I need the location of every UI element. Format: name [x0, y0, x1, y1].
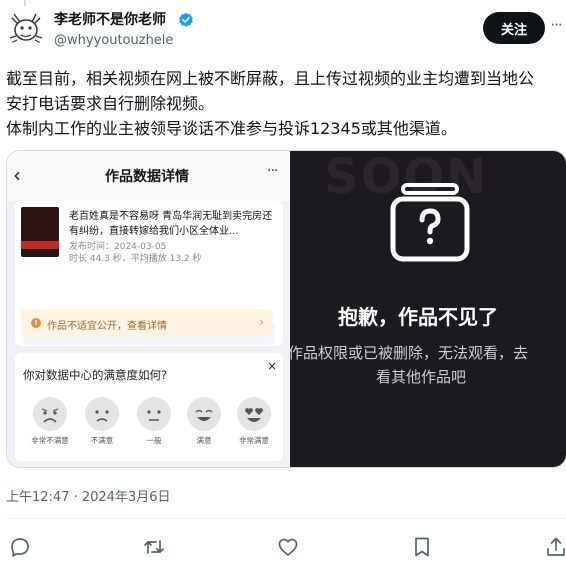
- removed-subtext-line: 作品权限或已被删除，无法观看，去: [290, 344, 529, 362]
- warning-icon: !: [31, 318, 41, 328]
- sketch-avatar-icon: [7, 9, 45, 47]
- divider: [6, 518, 566, 519]
- back-arrow-icon: ‹: [13, 163, 21, 187]
- avatar[interactable]: [6, 8, 46, 48]
- dissatisfied-face-icon: [85, 397, 119, 431]
- retweet-icon[interactable]: [142, 535, 166, 559]
- post-line: 体制内工作的业主被领导谈话不准参与投诉12345或其他渠道。: [6, 119, 457, 138]
- video-stats: 时长 44.3 秒，平均播放 13.2 秒: [69, 254, 202, 264]
- face-label: 一般: [146, 436, 162, 445]
- face-label: 非常满意: [239, 436, 269, 445]
- post-media[interactable]: ‹ 作品数据详情 ··· 老百姓真是不容易呀 青岛华润无耻到卖完房还有纠纷，直接…: [6, 150, 566, 468]
- survey-card: 你对数据中心的满意度如何? × 非常不满意 不满意 一般 满意 非常满意: [15, 353, 283, 461]
- removed-subtext: 作品权限或已被删除，无法观看，去 看其他作品吧: [290, 341, 566, 389]
- removed-message: 抱歉，作品不见了: [338, 305, 498, 329]
- video-thumbnail: [21, 207, 59, 257]
- face-label: 不满意: [90, 436, 114, 445]
- post-line: 安打电话要求自行删除视频。: [6, 94, 215, 113]
- post-timestamp[interactable]: 上午12:47 · 2024年3月6日: [6, 486, 171, 505]
- media-image-left[interactable]: ‹ 作品数据详情 ··· 老百姓真是不容易呀 青岛华润无耻到卖完房还有纠纷，直接…: [7, 151, 290, 467]
- user-handle[interactable]: @whyyoutouzhele: [54, 33, 173, 49]
- media-image-right[interactable]: SOON 抱歉，作品不见了 作品权限或已被删除，无法观看，去 看其他作品吧: [290, 151, 566, 467]
- post-header: 李老师不是你老师 @whyyoutouzhele 关注 ···: [0, 0, 566, 56]
- more-options-icon[interactable]: ···: [548, 18, 564, 38]
- removed-subtext-line: 看其他作品吧: [376, 368, 467, 386]
- missing-content-icon: [390, 183, 470, 262]
- post-text: 截至目前，相关视频在网上被不断屏蔽，且上传过视频的业主均遭到当地公 安打电话要求…: [6, 66, 564, 141]
- survey-question: 你对数据中心的满意度如何?: [23, 368, 168, 382]
- warning-text: 作品不适宜公开，查看详情: [47, 321, 167, 332]
- bookmark-icon[interactable]: [410, 535, 434, 559]
- satisfied-face-icon: [187, 397, 221, 431]
- face-label: 非常不满意: [31, 436, 69, 445]
- very-satisfied-face-icon: [237, 397, 271, 431]
- warning-bar: ! 作品不适宜公开，查看详情 ›: [21, 309, 273, 337]
- more-dots-icon: ···: [267, 163, 278, 179]
- display-name[interactable]: 李老师不是你老师: [54, 11, 166, 29]
- verified-badge-icon: [179, 12, 193, 27]
- face-label: 满意: [196, 436, 212, 445]
- chevron-right-icon: ›: [259, 315, 264, 329]
- follow-button[interactable]: 关注: [483, 12, 545, 44]
- publish-time: 发布时间：2024-03-05: [69, 242, 167, 252]
- close-icon: ×: [267, 359, 278, 373]
- like-icon[interactable]: [276, 535, 300, 559]
- very-dissatisfied-face-icon: [33, 397, 67, 431]
- app-header: ‹ 作品数据详情 ···: [7, 151, 290, 201]
- app-page-title: 作品数据详情: [105, 169, 189, 185]
- video-meta: 发布时间：2024-03-05 时长 44.3 秒，平均播放 13.2 秒: [69, 241, 202, 265]
- reply-icon[interactable]: [8, 535, 32, 559]
- neutral-face-icon: [137, 397, 171, 431]
- share-icon[interactable]: [544, 535, 566, 559]
- post-line: 截至目前，相关视频在网上被不断屏蔽，且上传过视频的业主均遭到当地公: [6, 69, 535, 88]
- video-title: 老百姓真是不容易呀 青岛华润无耻到卖完房还有纠纷，直接转嫁给我们小区全体业...: [69, 211, 273, 237]
